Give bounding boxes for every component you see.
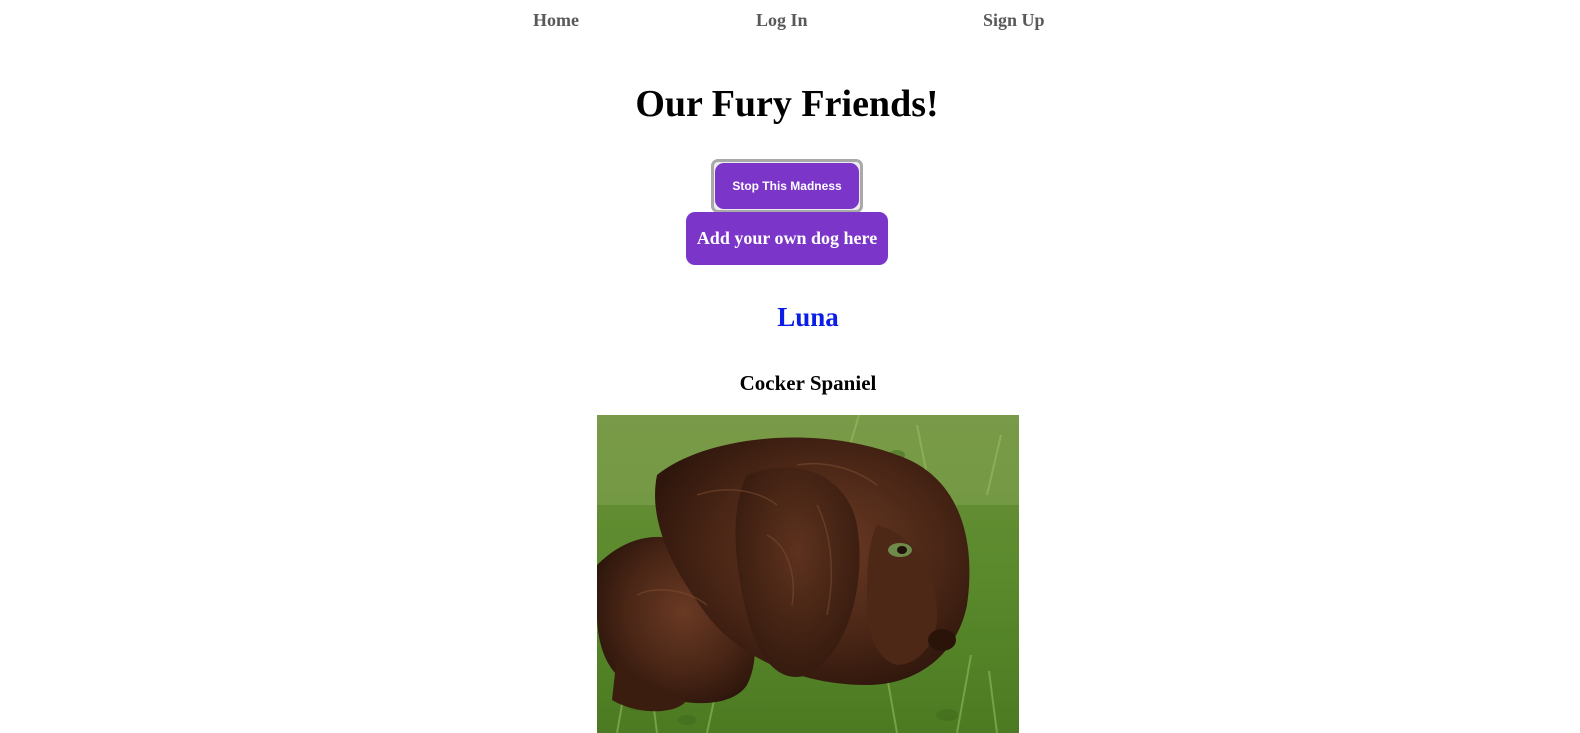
page-title: Our Fury Friends! [635, 83, 939, 125]
nav-signup-link[interactable]: Sign Up [983, 8, 1045, 32]
nav-home-link[interactable]: Home [533, 8, 579, 32]
dog-breed: Cocker Spaniel [739, 371, 877, 395]
stop-madness-button[interactable]: Stop This Madness [715, 163, 859, 209]
add-dog-button[interactable]: Add your own dog here [686, 212, 888, 265]
dog-name-link[interactable]: Luna [777, 302, 839, 332]
top-nav: Home Log In Sign Up [0, 8, 1580, 32]
stop-button-focus-ring: Stop This Madness [711, 159, 863, 213]
dog-photo-image [597, 415, 1019, 733]
page: Home Log In Sign Up Our Fury Friends! St… [0, 0, 1580, 733]
nav-login-link[interactable]: Log In [756, 8, 808, 32]
dog-photo[interactable] [597, 415, 1019, 733]
dog-name-heading: Luna [0, 297, 1580, 337]
